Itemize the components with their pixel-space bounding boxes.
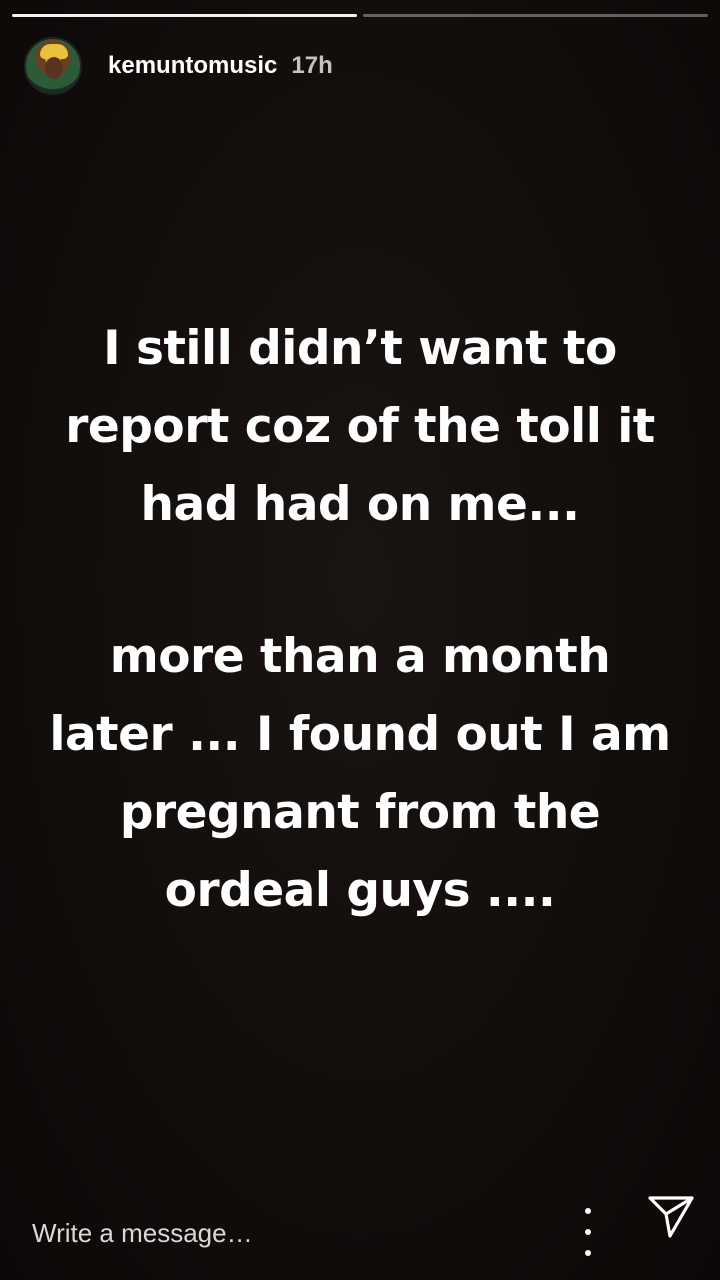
story-progress-bar [12,14,708,18]
send-icon [648,1196,694,1238]
story-text-line: ordeal guys .... [164,863,556,918]
more-options-button[interactable] [576,1208,600,1256]
story-text-block-1: I still didn’t want to report coz of the… [20,310,700,544]
story-footer [0,1190,720,1270]
story-text-line: later ... I found out I am [49,707,671,762]
username[interactable]: kemuntomusic [108,52,277,80]
progress-segment-2 [363,14,708,17]
more-vertical-icon [585,1250,591,1256]
progress-segment-1 [12,14,357,17]
story-text-block-2: more than a month later ... I found out … [20,618,700,930]
story-text-line: report coz of the toll it [65,399,655,454]
story-viewer[interactable]: kemuntomusic 17h I still didn’t want to … [0,0,720,1280]
story-text-line: I still didn’t want to [103,321,617,376]
face-icon [45,57,63,79]
send-button[interactable] [644,1190,698,1244]
story-text-line: had had on me... [140,477,580,532]
story-text-line: more than a month [109,629,611,684]
story-text-line: pregnant from the [119,785,601,840]
more-vertical-icon [585,1229,591,1235]
message-input[interactable] [14,1202,574,1264]
story-header: kemuntomusic 17h [24,36,333,96]
story-timestamp: 17h [291,52,333,79]
avatar[interactable] [24,37,82,95]
more-vertical-icon [585,1208,591,1214]
